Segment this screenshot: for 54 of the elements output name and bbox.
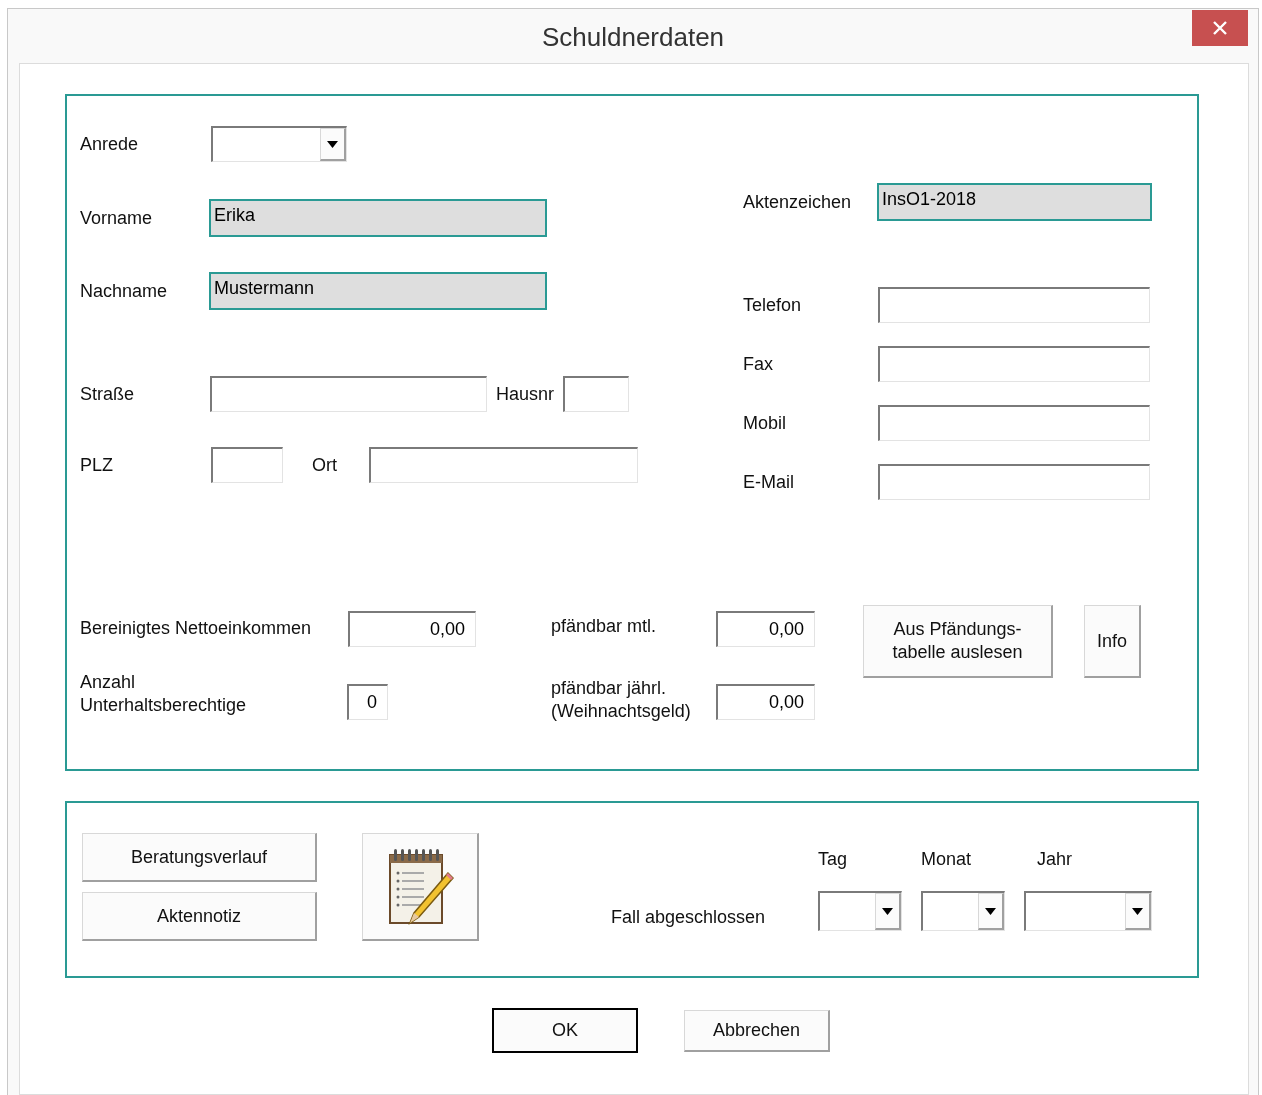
dependents-field[interactable]: 0	[347, 684, 388, 720]
file-number-field[interactable]: InsO1-2018	[877, 183, 1152, 221]
field-label: Anrede	[80, 132, 140, 156]
dropdown-arrow-icon	[985, 907, 996, 915]
field-label: Aktenzeichen	[743, 190, 853, 214]
last-name-field[interactable]: Mustermann	[209, 272, 547, 310]
close-button[interactable]	[1192, 10, 1248, 46]
date-label: Jahr	[1037, 848, 1073, 871]
field-label: pfändbar jährl. (Weihnachtsgeld)	[551, 677, 692, 723]
salutation-dropdown[interactable]	[211, 126, 347, 162]
cancel-button[interactable]: Abbrechen	[684, 1010, 830, 1052]
dropdown-arrow-icon	[882, 907, 893, 915]
city-field[interactable]	[369, 447, 638, 483]
dropdown-arrow-icon	[1132, 907, 1143, 915]
field-label: Ort	[311, 453, 338, 477]
street-field[interactable]	[210, 376, 487, 412]
ok-button[interactable]: OK	[492, 1008, 638, 1053]
date-label: Monat	[921, 848, 973, 871]
notepad-button[interactable]	[362, 833, 479, 941]
dropdown-arrow-icon	[327, 140, 338, 148]
date-dropdown[interactable]	[921, 891, 1005, 931]
monthly-amount-field[interactable]: 0,00	[716, 611, 815, 647]
date-label: Tag	[818, 848, 849, 871]
house-number-field[interactable]	[563, 376, 629, 412]
case-closed-label: Fall abgeschlossen	[611, 906, 767, 929]
field-label: Bereinigtes Nettoeinkommen	[80, 617, 313, 640]
first-name-field[interactable]: Erika	[209, 199, 547, 237]
contact-field[interactable]	[878, 405, 1150, 441]
postcode-field[interactable]	[211, 447, 283, 483]
date-dropdown[interactable]	[818, 891, 902, 931]
field-label: Telefon	[743, 293, 803, 317]
yearly-amount-field[interactable]: 0,00	[716, 684, 815, 720]
notepad-pencil-icon	[386, 846, 454, 927]
field-label: Straße	[80, 382, 136, 406]
field-label: Vorname	[80, 206, 154, 230]
field-label: Hausnr	[495, 382, 556, 406]
field-label: PLZ	[80, 453, 114, 477]
note-button[interactable]: Aktennotiz	[82, 892, 317, 941]
field-label: pfändbar mtl.	[551, 615, 658, 638]
field-label: Mobil	[743, 411, 787, 435]
history-button[interactable]: Beratungsverlauf	[82, 833, 317, 882]
field-label: E-Mail	[743, 470, 795, 494]
window-title: Schuldnerdaten	[541, 20, 725, 54]
contact-field[interactable]	[878, 346, 1150, 382]
read-table-button[interactable]: Aus Pfändungs- tabelle auslesen	[863, 605, 1053, 678]
field-label: Nachname	[80, 279, 169, 303]
contact-field[interactable]	[878, 464, 1150, 500]
contact-field[interactable]	[878, 287, 1150, 323]
date-dropdown[interactable]	[1024, 891, 1152, 931]
field-label: Anzahl Unterhaltsberechtige	[80, 671, 248, 717]
net-income-field[interactable]: 0,00	[348, 611, 476, 647]
close-icon	[1213, 21, 1227, 35]
info-button[interactable]: Info	[1084, 605, 1141, 678]
field-label: Fax	[743, 352, 774, 376]
